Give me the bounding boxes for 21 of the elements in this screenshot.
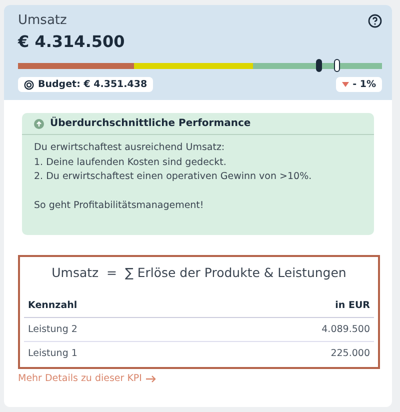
table-cell: Leistung 1 <box>28 348 78 359</box>
up-arrow-icon <box>34 118 44 128</box>
assessment-title: Überdurchschnittliche Performance <box>50 118 251 129</box>
assessment-text: 2. Du erwirtschaftest einen operativen Gewinn von >10%. <box>34 170 313 184</box>
column-header: Kennzahl <box>28 300 78 311</box>
kpi-value: € 4.314.500 <box>18 32 126 51</box>
assessment-text: So geht Profitabilitätsmanagement! <box>34 199 205 213</box>
budget-text: Budget: € 4.351.438 <box>38 79 148 90</box>
column-header: in EUR <box>335 300 370 311</box>
details-link[interactable]: Mehr Details zu dieser KPI <box>18 373 156 384</box>
table-cell: 4.089.500 <box>322 324 370 335</box>
target-icon <box>24 80 34 90</box>
kpi-title: Umsatz <box>18 13 67 28</box>
delta-text: - 1% <box>352 79 376 90</box>
formula-text: Umsatz = ∑ Erlöse der Produkte & Leistungen <box>50 264 348 282</box>
table-cell: 225.000 <box>330 348 370 359</box>
table-cell: Leistung 2 <box>28 324 78 335</box>
help-icon[interactable] <box>368 14 382 28</box>
assessment-text: Du erwirtschaftest ausreichend Umsatz: <box>34 141 226 155</box>
assessment-text: 1. Deine laufenden Kosten sind gedeckt. <box>34 156 228 170</box>
right-arrow-icon <box>146 374 156 382</box>
